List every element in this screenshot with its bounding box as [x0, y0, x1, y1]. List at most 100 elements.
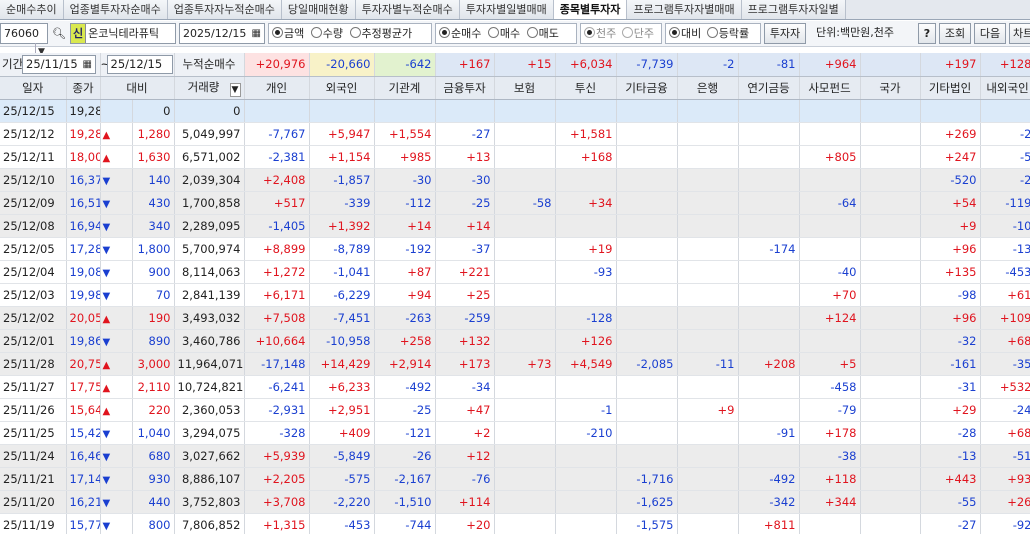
table-row[interactable]: 25/12/0119,860▼ 8903,460,786+10,664-10,95…: [0, 329, 1030, 353]
amount-radio[interactable]: [272, 27, 283, 38]
sell-radio[interactable]: [526, 27, 538, 38]
investor-value-cell: +13: [435, 145, 495, 169]
table-row[interactable]: 25/11/2717,750▲ 2,11010,724,821-6,241+6,2…: [0, 375, 1030, 399]
tab-1[interactable]: 업종별투자자순매수: [63, 0, 168, 19]
investor-value-cell: [738, 168, 800, 192]
column-header[interactable]: 금융투자: [435, 76, 495, 100]
diff-radio[interactable]: [669, 27, 680, 38]
date-cell: 25/12/05: [0, 237, 67, 261]
investor-value-cell: +10,664: [244, 329, 310, 353]
investor-value-cell: [677, 122, 739, 146]
search-button[interactable]: 조회: [939, 23, 971, 44]
table-row[interactable]: 25/12/1219,280▲ 1,2805,049,997-7,767+5,94…: [0, 122, 1030, 146]
column-header[interactable]: 개인: [244, 76, 310, 100]
date-field[interactable]: 2025/12/15 ▦: [179, 23, 265, 44]
table-row[interactable]: 25/12/1016,370▼1402,039,304+2,408-1,857-…: [0, 168, 1030, 192]
table-row[interactable]: 25/12/0220,050▲1903,493,032+7,508-7,451-…: [0, 306, 1030, 330]
investor-value-cell: +208: [738, 352, 800, 376]
investor-value-cell: -38: [799, 444, 861, 468]
column-header[interactable]: 대비: [100, 76, 175, 100]
tab-0[interactable]: 순매수추이: [0, 0, 64, 19]
investor-value-cell: -2: [980, 122, 1030, 146]
tab-5[interactable]: 투자자별일별매매: [459, 0, 554, 19]
investor-value-cell: -2,085: [616, 352, 678, 376]
investor-value-cell: [555, 99, 617, 123]
column-header[interactable]: 연기금등: [738, 76, 800, 100]
investor-value-cell: -339: [309, 191, 375, 215]
column-header[interactable]: 거래량 ▼: [174, 76, 245, 100]
table-row[interactable]: 25/11/1915,770▼ 8007,806,852+1,315-453-74…: [0, 513, 1030, 534]
investor-value-cell: +26: [980, 490, 1030, 514]
column-header[interactable]: 보험: [494, 76, 556, 100]
table-row[interactable]: 25/12/0517,280▼ 1,8005,700,974+8,899-8,78…: [0, 237, 1030, 261]
investor-button[interactable]: 투자자: [764, 23, 806, 44]
table-row[interactable]: 25/12/0319,980▼ 702,841,139+6,171-6,229+9…: [0, 283, 1030, 307]
trade-type-group: 순매수 매수 매도: [435, 23, 577, 44]
table-row[interactable]: 25/11/2515,420▼ 1,0403,294,075-328+409-12…: [0, 421, 1030, 445]
table-row[interactable]: 25/12/1118,000▲ 1,6306,571,002-2,381+1,15…: [0, 145, 1030, 169]
table-row[interactable]: 25/11/2016,210▼4403,752,803+3,708-2,220-…: [0, 490, 1030, 514]
search-icon[interactable]: 🔍︎: [52, 23, 66, 44]
diff-cell: 1,040: [132, 421, 175, 445]
buy-radio[interactable]: [487, 27, 499, 38]
tab-2[interactable]: 업종투자자누적순매수: [167, 0, 282, 19]
close-cell: 17,140: [66, 467, 101, 491]
help-button[interactable]: ?: [918, 23, 936, 44]
table-row[interactable]: 25/12/0419,080▼9008,114,063+1,272-1,041+…: [0, 260, 1030, 284]
table-row[interactable]: 25/12/0816,940▼3402,289,095-1,405+1,392+…: [0, 214, 1030, 238]
period-to-cell[interactable]: ~25/12/15▦: [100, 53, 175, 77]
sell-label: 매도: [538, 27, 559, 40]
direction-cell: ▼: [100, 214, 133, 238]
column-header[interactable]: 기타금융: [616, 76, 678, 100]
table-row[interactable]: 25/11/2416,460▼6803,027,662+5,939-5,849-…: [0, 444, 1030, 468]
investor-value-cell: +94: [374, 283, 436, 307]
investor-value-cell: -13: [920, 444, 981, 468]
column-header[interactable]: 기타법인: [920, 76, 981, 100]
close-cell: 19,080: [66, 260, 101, 284]
calendar-icon[interactable]: ▦: [252, 24, 261, 43]
tab-6[interactable]: 종목별투자자: [553, 0, 628, 19]
diff-cell: 3,000: [132, 352, 175, 376]
chart-button[interactable]: 차트: [1009, 23, 1030, 44]
stock-code-combo[interactable]: 76060 ▼: [0, 23, 48, 62]
column-header[interactable]: 종가: [66, 76, 101, 100]
thousand-shares-label: 천주: [596, 27, 617, 40]
single-share-radio[interactable]: [621, 27, 633, 38]
tab-4[interactable]: 투자자별누적순매수: [355, 0, 460, 19]
column-header[interactable]: 국가: [860, 76, 921, 100]
avg-price-radio[interactable]: [349, 27, 361, 38]
column-header[interactable]: 일자: [0, 76, 67, 100]
investor-value-cell: -1,575: [616, 513, 678, 534]
quantity-radio[interactable]: [310, 27, 322, 38]
next-button[interactable]: 다음: [974, 23, 1006, 44]
rate-radio[interactable]: [706, 27, 718, 38]
net-buy-radio[interactable]: [439, 27, 450, 38]
column-dropdown-icon[interactable]: ▼: [229, 82, 241, 97]
tab-3[interactable]: 당일매매현황: [281, 0, 356, 19]
tab-8[interactable]: 프로그램투자자일별: [741, 0, 846, 19]
table-row[interactable]: 25/12/0916,510▼4301,700,858+517-339-112-…: [0, 191, 1030, 215]
period-from-input[interactable]: 25/11/15 ▦: [22, 54, 96, 74]
thousand-shares-radio[interactable]: [584, 27, 595, 38]
column-header[interactable]: 사모펀드: [799, 76, 861, 100]
investor-value-cell: [616, 191, 678, 215]
column-header[interactable]: 은행: [677, 76, 739, 100]
column-header[interactable]: 투신: [555, 76, 617, 100]
investor-value-cell: +29: [920, 398, 981, 422]
calendar-icon[interactable]: ▦: [83, 56, 92, 73]
investor-value-cell: [374, 99, 436, 123]
table-row[interactable]: 25/11/2117,140▼ 9308,886,107+2,205-575-2,…: [0, 467, 1030, 491]
column-header[interactable]: 기관계: [374, 76, 436, 100]
investor-value-cell: -35: [980, 352, 1030, 376]
period-to-input[interactable]: 25/12/15▦: [106, 54, 173, 74]
column-header[interactable]: 외국인: [309, 76, 375, 100]
column-header[interactable]: 내외국인: [980, 76, 1030, 100]
table-row[interactable]: 25/11/2820,750▲ 3,00011,964,071-17,148+14…: [0, 352, 1030, 376]
direction-cell: ▼: [100, 237, 133, 261]
tab-7[interactable]: 프로그램투자자별매매: [627, 0, 742, 19]
volume-cell: 5,049,997: [174, 122, 245, 146]
stock-name-field[interactable]: 신 온코닉테라퓨틱: [70, 23, 176, 44]
period-from-cell[interactable]: 기간 25/11/15 ▦: [0, 53, 101, 77]
table-row[interactable]: 25/11/2615,640▲2202,360,053-2,931+2,951-…: [0, 398, 1030, 422]
table-row[interactable]: 25/12/1519,280 00: [0, 99, 1030, 123]
